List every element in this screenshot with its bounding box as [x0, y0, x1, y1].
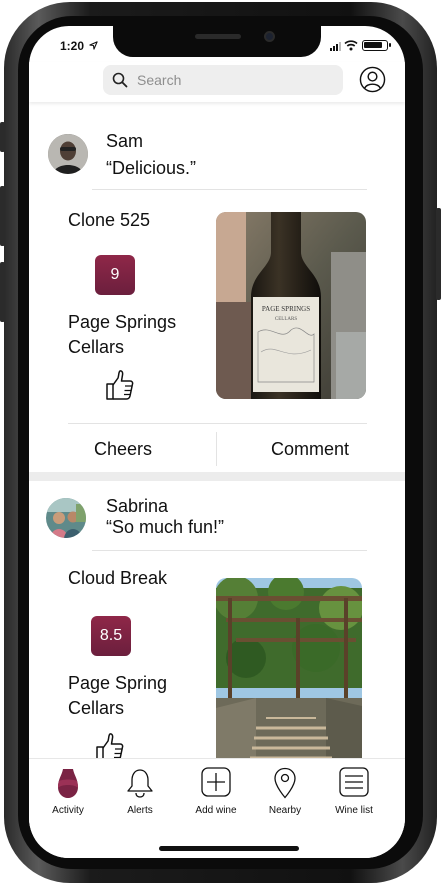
power-button — [436, 208, 441, 300]
divider — [92, 189, 367, 190]
plus-square-icon — [201, 767, 231, 797]
wine-name[interactable]: Cloud Break — [68, 568, 167, 589]
tab-label: Add wine — [195, 805, 237, 816]
cellular-signal-icon — [330, 42, 341, 51]
thumbs-up-icon[interactable] — [105, 369, 135, 401]
cheers-button[interactable]: Cheers — [69, 426, 177, 472]
post-comment: “Delicious.” — [106, 158, 197, 178]
tab-label: Nearby — [268, 805, 302, 816]
search-icon — [112, 72, 128, 88]
map-pin-icon — [274, 767, 296, 799]
wifi-icon — [344, 40, 358, 51]
home-indicator-area — [29, 820, 405, 858]
tab-label: Activity — [52, 805, 84, 816]
tab-activity[interactable]: Activity — [33, 759, 103, 821]
search-input[interactable]: Search — [103, 65, 343, 95]
app-header: Search — [29, 62, 405, 102]
post-actions: Cheers Comment — [29, 426, 405, 472]
wine-bottle-photo: PAGE SPRINGS CELLARS — [216, 212, 366, 399]
profile-icon[interactable] — [359, 66, 386, 93]
post-username[interactable]: Sam — [106, 131, 143, 152]
list-icon — [339, 767, 369, 797]
wine-glass-icon — [58, 769, 78, 798]
wine-photo[interactable]: PAGE SPRINGS CELLARS — [216, 212, 366, 399]
winery-name[interactable]: Page Springs Cellars — [68, 310, 176, 360]
score-badge: 8.5 — [91, 616, 131, 656]
post-card: Sam “Delicious.” Clone 525 9 Page Spring… — [29, 102, 405, 472]
post-separator — [29, 472, 405, 481]
vineyard-pergola-photo — [216, 578, 362, 758]
avatar[interactable] — [48, 134, 88, 174]
post-username[interactable]: Sabrina — [106, 496, 168, 517]
tab-nearby[interactable]: Nearby — [250, 759, 320, 821]
avatar[interactable] — [46, 498, 86, 538]
bell-icon — [127, 769, 153, 798]
phone-screen: 1:20 Search Sam “Delicious.” Clone 525 9… — [29, 26, 405, 858]
winery-name[interactable]: Page Spring Cellars — [68, 671, 167, 721]
post-comment: “So much fun!” — [106, 517, 225, 537]
winery-line-1: Page Spring — [68, 673, 168, 693]
home-indicator[interactable] — [159, 846, 299, 851]
battery-icon — [362, 40, 391, 51]
winery-line-2: Cellars — [68, 337, 125, 357]
tab-add-wine[interactable]: Add wine — [181, 759, 251, 821]
winery-line-2: Cellars — [68, 698, 125, 718]
action-separator — [216, 432, 217, 466]
volume-down-button — [0, 262, 5, 322]
tab-alerts[interactable]: Alerts — [105, 759, 175, 821]
avatar-portrait — [48, 134, 88, 174]
divider — [68, 423, 367, 424]
wine-name[interactable]: Clone 525 — [68, 210, 150, 231]
svg-text:CELLARS: CELLARS — [275, 317, 297, 322]
score-badge: 9 — [95, 255, 135, 295]
mute-switch — [0, 122, 5, 152]
tab-label: Wine list — [335, 805, 373, 816]
vineyard-photo[interactable] — [216, 578, 362, 758]
post-card: Sabrina “So much fun!” Cloud Break 8.5 P… — [29, 481, 405, 758]
location-arrow-icon — [89, 41, 98, 50]
avatar-portrait — [46, 498, 86, 538]
divider — [92, 550, 367, 551]
thumbs-up-icon[interactable] — [95, 732, 125, 758]
bottom-tab-bar: Activity Alerts Add wine Nearby Wine lis… — [29, 758, 405, 820]
tab-wine-list[interactable]: Wine list — [319, 759, 389, 821]
search-placeholder: Search — [137, 72, 182, 88]
tab-label: Alerts — [127, 805, 153, 816]
speaker-grille — [195, 34, 241, 39]
svg-text:PAGE SPRINGS: PAGE SPRINGS — [262, 305, 310, 313]
front-camera — [264, 31, 275, 42]
activity-feed[interactable]: Sam “Delicious.” Clone 525 9 Page Spring… — [29, 102, 405, 758]
comment-button[interactable]: Comment — [255, 426, 365, 472]
status-time: 1:20 — [60, 39, 85, 53]
volume-up-button — [0, 186, 5, 246]
winery-line-1: Page Springs — [68, 312, 177, 332]
notch — [113, 26, 321, 57]
